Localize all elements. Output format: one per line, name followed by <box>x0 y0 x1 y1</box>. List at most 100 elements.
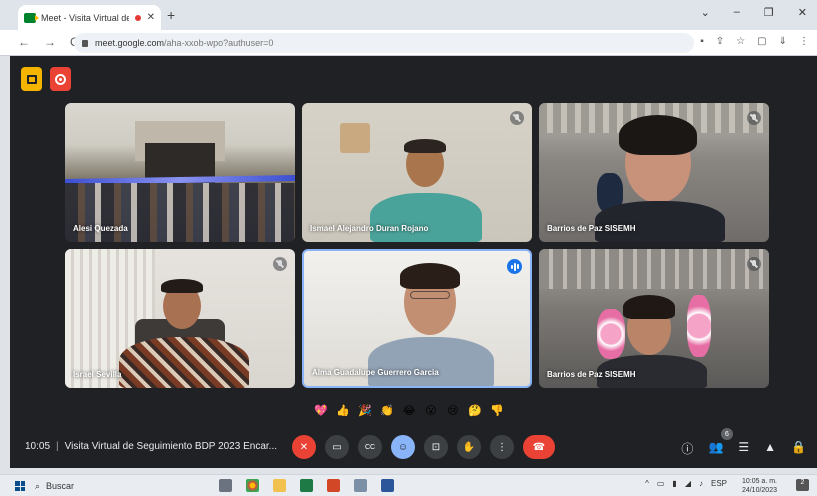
reaction-thinking[interactable]: 🤔 <box>466 401 484 419</box>
microphone-off-button[interactable]: ✕ <box>292 435 316 459</box>
participant-tile[interactable]: Barrios de Paz SISEMH <box>539 249 769 388</box>
side-panel-icon[interactable]: ▢ <box>757 36 766 47</box>
ceiling <box>539 249 769 289</box>
balloon-arch <box>597 309 625 359</box>
chat-button[interactable]: ☰ <box>738 440 749 457</box>
browser-tab-strip: Meet - Visita Virtual de Seg ✕ + ⌄ – ❐ ✕ <box>0 0 817 30</box>
muted-mic-icon <box>510 111 524 125</box>
minimize-button[interactable]: – <box>734 6 740 19</box>
back-button[interactable]: ← <box>18 35 30 49</box>
side-panel-controls: ⓘ 👥 ☰ ▲ 🔒 <box>681 440 806 457</box>
powerpoint-icon[interactable] <box>327 479 340 492</box>
tab-search-button[interactable]: ⌄ <box>701 6 710 19</box>
participant-name: Alma Guadalupe Guerrero Garcia <box>312 368 439 377</box>
reactions-button[interactable]: ☺ <box>391 435 415 459</box>
speaking-indicator-icon <box>507 259 522 274</box>
reaction-surprised[interactable]: 😮 <box>422 401 440 419</box>
address-bar[interactable]: meet.google.com /aha-xxob-wpo?authuser=0 <box>74 33 694 53</box>
close-window-button[interactable]: ✕ <box>798 6 807 19</box>
reaction-clap[interactable]: 👏 <box>378 401 396 419</box>
reaction-thumbs-up[interactable]: 👍 <box>334 401 352 419</box>
participant-name: Alesi Quezada <box>73 224 128 233</box>
forward-button[interactable]: → <box>44 35 56 49</box>
browser-tab-meet[interactable]: Meet - Visita Virtual de Seg ✕ <box>18 5 161 30</box>
participant-tile[interactable]: Barrios de Paz SISEMH <box>539 103 769 242</box>
google-meet-icon <box>24 12 39 23</box>
present-button[interactable]: ⊡ <box>424 435 448 459</box>
maximize-button[interactable]: ❐ <box>764 6 774 19</box>
file-explorer-icon[interactable] <box>273 479 286 492</box>
meeting-info: 10:05 | Visita Virtual de Seguimiento BD… <box>25 441 277 452</box>
activities-button[interactable]: ▲ <box>764 440 776 457</box>
person-body <box>119 337 249 388</box>
notifications-icon[interactable]: 2 <box>796 479 809 491</box>
participant-name: Barrios de Paz SISEMH <box>547 370 636 379</box>
new-tab-button[interactable]: + <box>167 7 175 23</box>
windows-taskbar: ⌕ Buscar ^ ▭ ▮ ◢ ♪ ESP 10:05 a. m. 24/10… <box>0 474 817 496</box>
share-icon[interactable]: ⇪ <box>716 36 724 47</box>
close-tab-button[interactable]: ✕ <box>147 12 155 23</box>
camera-indicator-icon[interactable]: ▪ <box>700 36 704 47</box>
chrome-icon[interactable] <box>246 479 259 492</box>
group-of-people <box>65 183 295 242</box>
word-icon[interactable] <box>381 479 394 492</box>
participant-name: Israel Sevilla <box>73 370 122 379</box>
muted-mic-icon <box>273 257 287 271</box>
system-tray: ^ ▭ ▮ ◢ ♪ ESP <box>645 479 727 488</box>
camera-button[interactable]: ▭ <box>325 435 349 459</box>
bookmark-star-icon[interactable]: ☆ <box>736 36 745 47</box>
more-options-button[interactable]: ⋮ <box>490 435 514 459</box>
network-icon[interactable]: ▭ <box>657 479 665 488</box>
download-icon[interactable]: ⇓ <box>779 36 787 47</box>
mic-tray-icon[interactable]: ▮ <box>672 479 676 488</box>
browser-toolbar: ← → C meet.google.com /aha-xxob-wpo?auth… <box>0 30 817 56</box>
menu-icon[interactable]: ⋮ <box>799 36 809 47</box>
reaction-heart[interactable]: 💖 <box>312 401 330 419</box>
reaction-thumbs-down[interactable]: 👎 <box>488 401 506 419</box>
meet-status-icons <box>21 67 71 91</box>
taskbar-search[interactable]: ⌕ Buscar <box>35 478 200 494</box>
leave-call-button[interactable]: ☎ <box>523 435 555 459</box>
meeting-title: Visita Virtual de Seguimiento BDP 2023 E… <box>64 441 277 452</box>
lock-icon <box>82 39 88 47</box>
participant-tile[interactable]: Israel Sevilla <box>65 249 295 388</box>
raise-hand-button[interactable]: ✋ <box>457 435 481 459</box>
tab-title: Meet - Visita Virtual de Seg <box>41 12 129 23</box>
reaction-sad[interactable]: 😢 <box>444 401 462 419</box>
reaction-laugh[interactable]: 😂 <box>400 401 418 419</box>
participant-name: Barrios de Paz SISEMH <box>547 224 636 233</box>
host-controls-icon[interactable] <box>21 67 42 91</box>
participant-tile-active-speaker[interactable]: Alma Guadalupe Guerrero Garcia <box>302 249 532 388</box>
windows-start-icon[interactable] <box>15 481 25 491</box>
calculator-icon[interactable] <box>354 479 367 492</box>
muted-mic-icon <box>747 257 761 271</box>
person-body <box>370 193 482 242</box>
person-body <box>368 337 494 386</box>
toolbar-icons: ▪ ⇪ ☆ ▢ ⇓ ⋮ <box>700 36 809 47</box>
host-controls-button[interactable]: 🔒 <box>791 440 806 457</box>
wifi-icon[interactable]: ◢ <box>685 479 691 488</box>
task-view-icon[interactable] <box>219 479 232 492</box>
volume-icon[interactable]: ♪ <box>699 479 703 488</box>
search-icon: ⌕ <box>35 480 41 491</box>
meeting-details-button[interactable]: ⓘ <box>681 440 693 457</box>
tray-chevron-icon[interactable]: ^ <box>645 479 649 488</box>
taskbar-clock[interactable]: 10:05 a. m. 24/10/2023 <box>742 477 777 495</box>
recording-dot-icon <box>134 14 141 21</box>
people-button[interactable]: 👥 <box>708 440 723 457</box>
navigation-buttons: ← → C <box>18 35 79 49</box>
participant-name: Ismael Alejandro Duran Rojano <box>310 224 429 233</box>
call-controls: ✕ ▭ CC ☺ ⊡ ✋ ⋮ ☎ <box>292 435 555 459</box>
hair <box>404 139 446 153</box>
meet-window: Alesi Quezada Ismael Alejandro Duran Roj… <box>10 56 817 468</box>
hair <box>619 115 697 155</box>
participant-tile[interactable]: Alesi Quezada <box>65 103 295 242</box>
participant-tile[interactable]: Ismael Alejandro Duran Rojano <box>302 103 532 242</box>
reaction-bar: 💖 👍 🎉 👏 😂 😮 😢 🤔 👎 <box>312 399 506 421</box>
captions-button[interactable]: CC <box>358 435 382 459</box>
separator: | <box>56 441 59 452</box>
reaction-party[interactable]: 🎉 <box>356 401 374 419</box>
recording-icon[interactable] <box>50 67 71 91</box>
language-indicator[interactable]: ESP <box>711 479 727 488</box>
excel-icon[interactable] <box>300 479 313 492</box>
